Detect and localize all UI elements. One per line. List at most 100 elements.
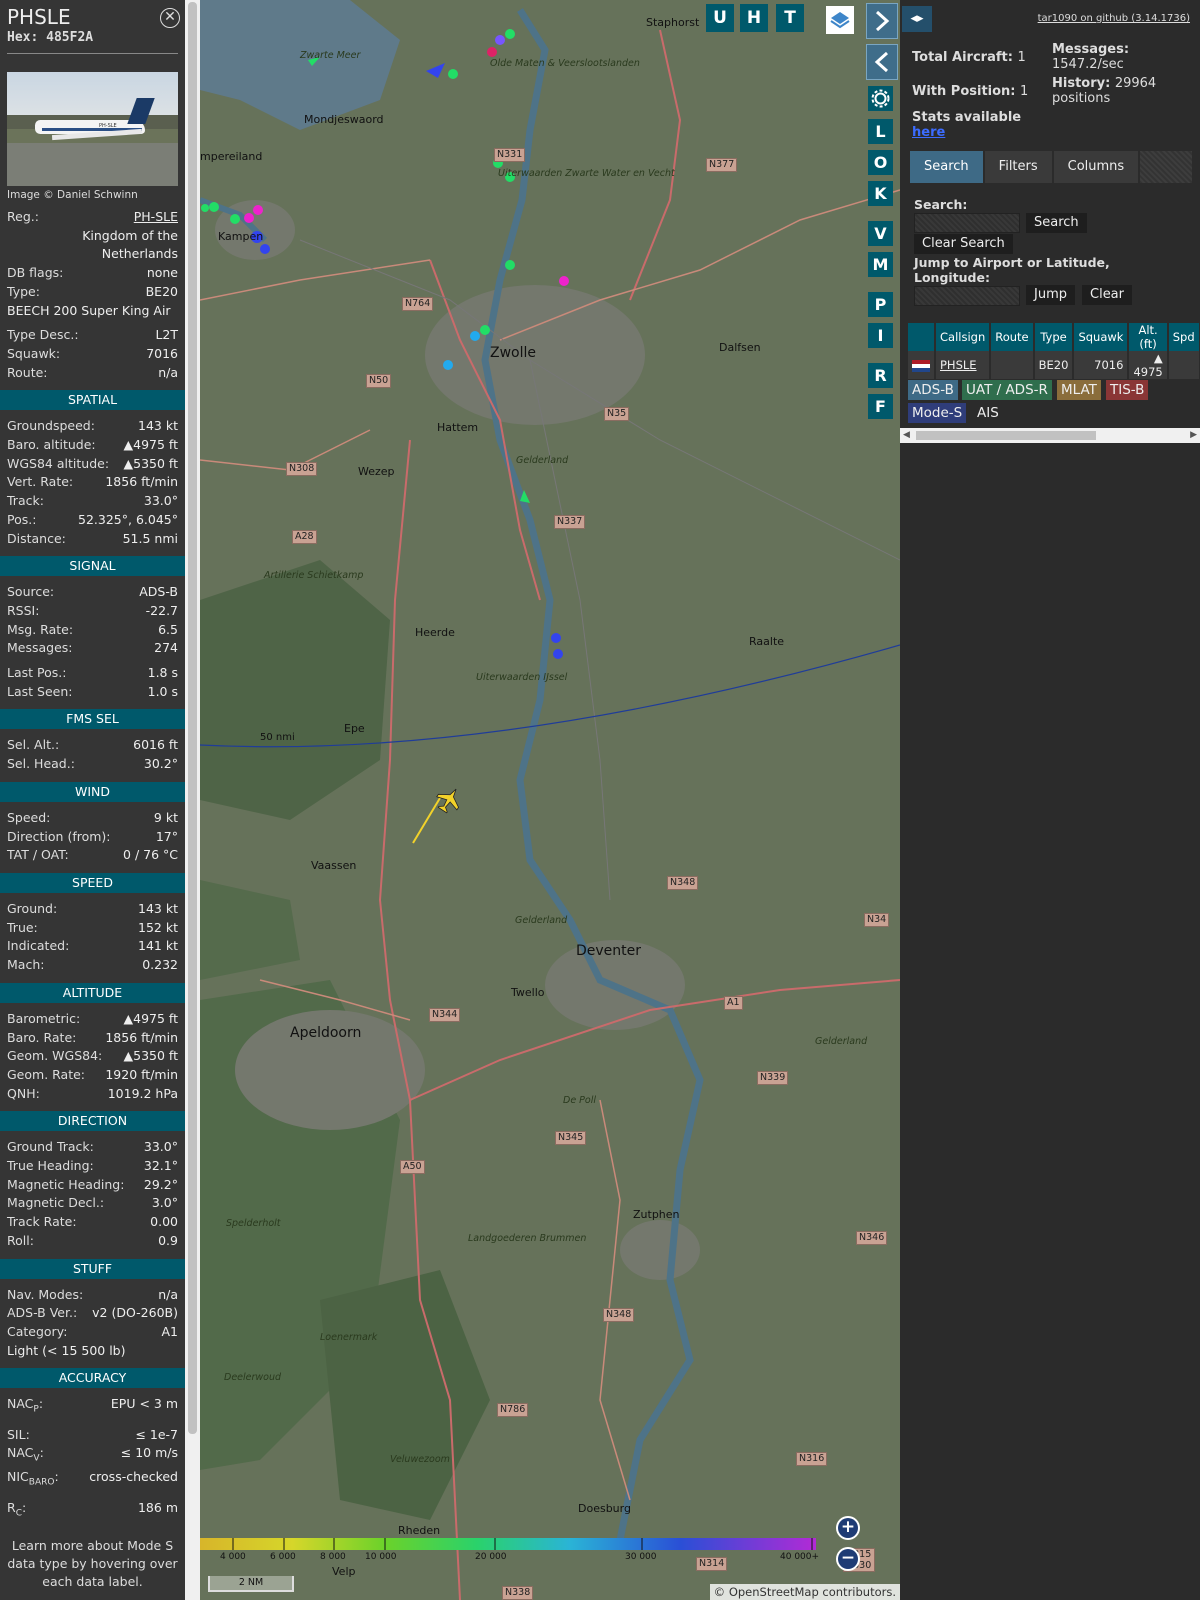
nacv-value: ≤ 10 m/s — [120, 1445, 178, 1461]
place-label-kampen: Kampen — [218, 230, 264, 243]
toggle-i-button[interactable]: I — [868, 323, 893, 348]
column-header-type[interactable]: Type — [1033, 323, 1075, 351]
chevron-right-icon[interactable] — [866, 3, 898, 39]
search-button[interactable]: Search — [1026, 213, 1087, 233]
close-icon[interactable]: ✕ — [160, 8, 180, 28]
area-label-veluwezoom: Veluwezoom — [390, 1454, 450, 1465]
area-label-artillerie-schietkamp: Artillerie Schietkamp — [264, 570, 364, 581]
toggle-r-button[interactable]: R — [868, 363, 893, 388]
wind-tat-oat-label: TAT / OAT: — [7, 847, 69, 863]
toggle-u-button[interactable]: U — [706, 4, 734, 32]
source-badge-ais[interactable]: AIS — [973, 403, 1003, 423]
column-header-squawk[interactable]: Squawk — [1073, 323, 1130, 351]
search-input[interactable] — [914, 213, 1020, 233]
tab-columns[interactable]: Columns — [1053, 151, 1139, 183]
column-header-callsign[interactable]: Callsign — [935, 323, 992, 351]
scale-bar: 2 NM — [208, 1576, 294, 1592]
column-header-alt-ft[interactable]: Alt. (ft) — [1128, 323, 1169, 351]
area-label-uiterwaarden-ijssel: Uiterwaarden IJssel — [476, 672, 568, 683]
direction-ground-track-label: Ground Track: — [7, 1139, 94, 1155]
detail-type-label: Type: — [7, 283, 40, 299]
toggle-p-button[interactable]: P — [868, 292, 893, 317]
map[interactable]: Zwolle Deventer Apeldoorn Kampen Hattem Wezep… — [200, 0, 900, 1600]
github-link[interactable]: tar1090 on github (3.14.1736) — [1038, 13, 1190, 24]
table-horizontal-scrollbar[interactable]: ◀ ▶ — [900, 428, 1200, 443]
zoom-in-button[interactable]: + — [836, 1516, 860, 1540]
netherlands-flag-icon — [912, 359, 930, 372]
section-header-altitude: ALTITUDE — [0, 982, 185, 1003]
source-badge-mode-s[interactable]: Mode-S — [908, 403, 967, 423]
road-label-n316: N316 — [796, 1452, 828, 1466]
place-label-vaassen: Vaassen — [311, 859, 357, 872]
nicbaro-row: NICBARO: cross-checked — [0, 1468, 185, 1492]
column-header-item[interactable] — [908, 323, 936, 351]
with-position-value: 1 — [1020, 84, 1029, 99]
altitude-barometric-label: Barometric: — [7, 1010, 81, 1026]
clear-button[interactable]: Clear — [1082, 285, 1132, 305]
area-label-spelderholt: Spelderholt — [226, 1218, 281, 1229]
expand-collapse-icon[interactable]: ◂▸ — [902, 6, 932, 32]
tab-search[interactable]: Search — [910, 151, 983, 183]
stats-link[interactable]: here — [912, 125, 1021, 140]
toggle-t-button[interactable]: T — [776, 4, 804, 32]
clear-search-button[interactable]: Clear Search — [914, 234, 1013, 254]
stuff-category: Category: A1 — [0, 1323, 185, 1342]
detail-reg-value[interactable]: PH-SLE — [134, 208, 178, 227]
toggle-l-button[interactable]: L — [868, 119, 893, 144]
column-header-spd[interactable]: Spd — [1167, 323, 1200, 351]
source-badge-uat-ads-r[interactable]: UAT / ADS-R — [962, 380, 1052, 400]
road-label-n339: N339 — [757, 1071, 789, 1085]
details-list: Reg.: PH-SLE Kingdom of the Netherlands DB … — [0, 208, 185, 382]
signal-last-seen: Last Seen: 1.0 s — [0, 683, 185, 702]
stuff-nav-modes: Nav. Modes: n/a — [0, 1286, 185, 1305]
speed-true-label: True: — [7, 919, 38, 935]
section-header-accuracy: ACCURACY — [0, 1368, 185, 1389]
chevron-left-icon[interactable] — [866, 44, 898, 80]
toggle-f-button[interactable]: F — [868, 394, 893, 419]
source-badge-tis-b[interactable]: TIS-B — [1106, 380, 1149, 400]
direction-true-heading-label: True Heading: — [7, 1158, 94, 1174]
stuff-nav-modes-label: Nav. Modes: — [7, 1286, 84, 1302]
callsign-link[interactable]: PHSLE — [940, 358, 977, 372]
source-badge-mlat[interactable]: MLAT — [1057, 380, 1101, 400]
tab-filters[interactable]: Filters — [984, 151, 1052, 183]
cell-type: BE20 — [1033, 351, 1075, 379]
speed-ground: Ground: 143 kt — [0, 900, 185, 919]
stuff-item-value: Light (< 15 500 lb) — [7, 1342, 126, 1358]
column-header-route[interactable]: Route — [990, 323, 1035, 351]
table-row[interactable]: PHSLE BE20 7016 ▲ 4975 — [908, 351, 1200, 379]
altitude-baro-rate-label: Baro. Rate: — [7, 1029, 77, 1045]
detail-type-value: BE20 — [145, 283, 178, 299]
messages-stat: Messages: 1547.2/sec — [1052, 42, 1192, 72]
direction-roll-label: Roll: — [7, 1232, 34, 1248]
altitude-qnh: QNH: 1019.2 hPa — [0, 1085, 185, 1104]
nicbaro-value: cross-checked — [89, 1469, 178, 1485]
zoom-out-button[interactable]: − — [836, 1547, 860, 1571]
toggle-o-button[interactable]: O — [868, 150, 893, 175]
direction-magnetic-decl-label: Magnetic Decl.: — [7, 1195, 105, 1211]
aircraft-photo[interactable]: PH-SLE — [7, 72, 178, 186]
toggle-m-button[interactable]: M — [868, 252, 893, 277]
jump-button[interactable]: Jump — [1026, 285, 1075, 305]
detail-route: Route: n/a — [0, 364, 185, 383]
spatial-baro-altitude-label: Baro. altitude: — [7, 437, 96, 453]
jump-input[interactable] — [914, 286, 1020, 306]
divider — [7, 53, 178, 54]
toggle-k-button[interactable]: K — [868, 181, 893, 206]
spatial-vert-rate-value: 1856 ft/min — [105, 474, 178, 490]
road-label-n35: N35 — [604, 407, 630, 421]
source-badge-ads-b[interactable]: ADS-B — [908, 380, 958, 400]
toggle-v-button[interactable]: V — [868, 221, 893, 246]
layers-icon[interactable] — [826, 6, 854, 34]
jump-label: Jump to Airport or Latitude, Longitude: — [914, 255, 1110, 285]
fms-sel-sel-alt-value: 6016 ft — [133, 737, 178, 753]
altitude-geom-rate-label: Geom. Rate: — [7, 1066, 86, 1082]
map-attribution[interactable]: © OpenStreetMap contributors. — [709, 1584, 900, 1600]
with-position-stat: With Position: 1 — [912, 84, 1029, 99]
info-scrollbar[interactable] — [185, 0, 200, 1600]
altitude-geom-rate: Geom. Rate: 1920 ft/min — [0, 1066, 185, 1085]
spatial-wgs84-altitude-value: ▲5350 ft — [123, 455, 178, 471]
signal-messages: Messages: 274 — [0, 639, 185, 658]
gear-icon[interactable] — [868, 86, 893, 111]
toggle-h-button[interactable]: H — [740, 4, 768, 32]
